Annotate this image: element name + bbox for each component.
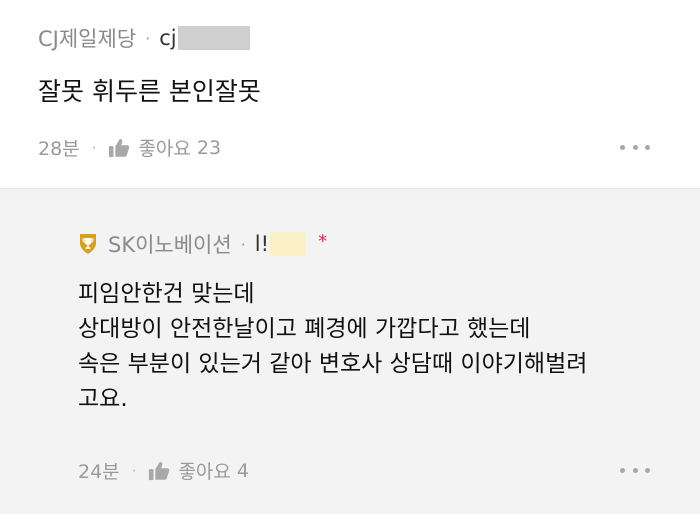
user-id-redaction [177, 26, 250, 50]
reply-header: SK이노베이션 · l! * [78, 229, 327, 259]
reply-meta: 24분 · 좋아요 4 [78, 457, 249, 484]
reply-time: 24분 [78, 461, 120, 483]
meta-separator: · [91, 138, 97, 157]
reply-author[interactable]: SK이노베이션 [108, 229, 232, 259]
comment-meta: 28분 · 좋아요 23 [38, 134, 221, 161]
comment-user-id: cj [159, 26, 177, 50]
thumbs-up-icon [109, 138, 130, 157]
reply-line: 고요. [78, 386, 128, 412]
more-dots-icon[interactable] [620, 142, 650, 152]
comment-author[interactable]: CJ제일제당 [38, 23, 136, 53]
comment-header: CJ제일제당 · cj [38, 23, 250, 53]
like-button[interactable]: 좋아요 23 [108, 134, 221, 161]
like-button[interactable]: 좋아요 4 [148, 457, 249, 484]
trophy-icon [80, 234, 96, 254]
user-id-redaction [270, 232, 307, 256]
reply-line: 속은 부분이 있는거 같아 변호사 상담때 이야기해벌려 [78, 351, 588, 377]
reply-line: 상대방이 안전한날이고 폐경에 가깝다고 했는데 [78, 316, 531, 342]
reply-line: 피임안한건 맞는데 [78, 281, 255, 307]
reply-item: SK이노베이션 · l! * 피임안한건 맞는데 상대방이 안전한날이고 폐경에… [0, 188, 700, 514]
like-count: 23 [196, 136, 222, 159]
like-label: 좋아요 [138, 138, 191, 160]
comment-text: 잘못 휘두른 본인잘못 [38, 77, 261, 106]
reply-user-id: l! [254, 232, 270, 256]
comment-time: 28분 [38, 138, 80, 160]
header-separator: · [145, 28, 151, 48]
reply-text: 피임안한건 맞는데 상대방이 안전한날이고 폐경에 가깝다고 했는데 속은 부분… [78, 277, 587, 417]
more-dots-icon[interactable] [620, 465, 650, 475]
like-label: 좋아요 [178, 461, 231, 483]
thumbs-up-icon [149, 461, 170, 480]
comment-item: CJ제일제당 · cj 잘못 휘두른 본인잘못 28분 · 좋아요 23 [0, 0, 700, 188]
like-count: 4 [236, 459, 249, 482]
header-separator: · [240, 234, 246, 254]
meta-separator: · [131, 461, 137, 480]
reply-star-mark: * [318, 230, 328, 252]
